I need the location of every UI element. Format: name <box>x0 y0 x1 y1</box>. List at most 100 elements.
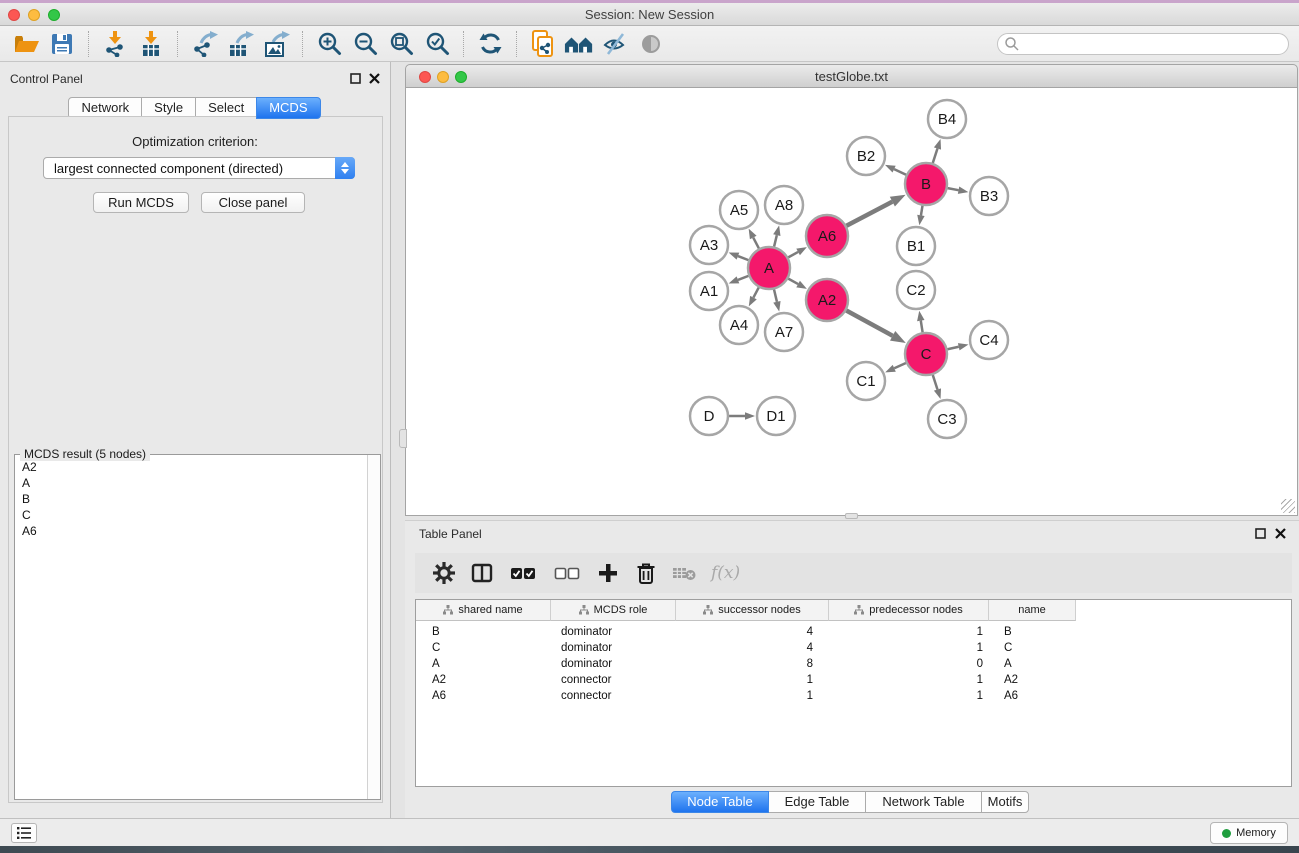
home-icon[interactable] <box>564 30 594 58</box>
close-panel-icon[interactable] <box>368 72 381 85</box>
select-all-checks-icon[interactable] <box>503 558 543 588</box>
graph-edge[interactable] <box>788 279 798 284</box>
panel-divider-grip[interactable] <box>845 513 858 519</box>
graph-edge[interactable] <box>921 321 923 333</box>
graph-edge[interactable] <box>753 287 758 297</box>
graph-node-D1[interactable]: D1 <box>757 397 795 435</box>
column-header-mcds-role[interactable]: MCDS role <box>551 600 676 621</box>
graph-edge[interactable] <box>753 238 759 249</box>
graph-edge[interactable] <box>894 363 906 368</box>
network-canvas-container[interactable]: B4 B2 B B3 B1 A5A8A6 A3 A A1 C2 A2 A4A7 C4 C C1 C3 D D1 <box>405 88 1298 516</box>
clear-checks-icon[interactable] <box>547 558 587 588</box>
zoom-selected-icon[interactable] <box>422 30 452 58</box>
graph-edge[interactable] <box>738 276 749 280</box>
add-column-icon[interactable] <box>591 558 625 588</box>
optimization-criterion-dropdown[interactable]: largest connected component (directed) <box>43 157 355 179</box>
zoom-in-icon[interactable] <box>314 30 344 58</box>
memory-button[interactable]: Memory <box>1210 822 1288 844</box>
eye-icon[interactable] <box>636 30 666 58</box>
graph-node-B4[interactable]: B4 <box>928 100 966 138</box>
split-columns-icon[interactable] <box>465 558 499 588</box>
graph-node-A7[interactable]: A7 <box>765 313 803 351</box>
delete-column-trash-icon[interactable] <box>629 558 663 588</box>
document-share-icon[interactable] <box>528 30 558 58</box>
graph-node-A8[interactable]: A8 <box>765 186 803 224</box>
zoom-fit-icon[interactable] <box>386 30 416 58</box>
graph-node-A6[interactable]: A6 <box>806 215 848 257</box>
graph-node-B3[interactable]: B3 <box>970 177 1008 215</box>
tab-mcds[interactable]: MCDS <box>256 97 320 119</box>
result-list-item[interactable]: B <box>15 491 366 507</box>
graph-node-B[interactable]: B <box>905 163 947 205</box>
graph-edge[interactable] <box>774 289 777 301</box>
settings-gear-icon[interactable] <box>427 558 461 588</box>
table-row[interactable]: Adominator80A <box>416 656 1291 672</box>
float-panel-icon[interactable] <box>349 72 362 85</box>
graph-edge[interactable] <box>947 347 958 350</box>
graph-node-A[interactable]: A <box>748 247 790 289</box>
graph-edge[interactable] <box>788 252 798 257</box>
tab-node-table[interactable]: Node Table <box>671 791 769 813</box>
column-header-name[interactable]: name <box>989 600 1076 621</box>
graph-edge[interactable] <box>948 188 959 190</box>
graph-node-B1[interactable]: B1 <box>897 227 935 265</box>
close-panel-button[interactable]: Close panel <box>201 192 305 213</box>
graph-edge[interactable] <box>933 375 938 390</box>
run-mcds-button[interactable]: Run MCDS <box>93 192 189 213</box>
import-network-icon[interactable] <box>100 30 130 58</box>
result-scrollbar[interactable] <box>367 455 380 799</box>
graph-node-A4[interactable]: A4 <box>720 306 758 344</box>
import-table-icon[interactable] <box>136 30 166 58</box>
graph-node-C[interactable]: C <box>905 333 947 375</box>
column-header-shared-name[interactable]: shared name <box>416 600 551 621</box>
table-row[interactable]: Cdominator41C <box>416 640 1291 656</box>
panel-divider-grip[interactable] <box>399 429 407 448</box>
graph-edge[interactable] <box>846 311 892 336</box>
graph-node-A2[interactable]: A2 <box>806 279 848 321</box>
function-builder-icon[interactable]: f(x) <box>711 563 740 583</box>
resize-grip-icon[interactable] <box>1281 499 1295 513</box>
graph-node-A3[interactable]: A3 <box>690 226 728 264</box>
result-list-item[interactable]: A <box>15 475 366 491</box>
table-row[interactable]: Bdominator41B <box>416 624 1291 640</box>
result-list-item[interactable]: A2 <box>15 459 366 475</box>
tab-edge-table[interactable]: Edge Table <box>768 791 866 813</box>
graph-node-C3[interactable]: C3 <box>928 400 966 438</box>
column-header-successor-nodes[interactable]: successor nodes <box>676 600 829 621</box>
graph-edge[interactable] <box>774 235 777 246</box>
search-input[interactable] <box>1020 35 1288 53</box>
graph-edge[interactable] <box>738 256 749 260</box>
task-history-button[interactable] <box>11 823 37 843</box>
refresh-icon[interactable] <box>475 30 505 58</box>
save-session-icon[interactable] <box>47 30 77 58</box>
graph-node-A1[interactable]: A1 <box>690 272 728 310</box>
close-panel-icon[interactable] <box>1274 527 1287 540</box>
export-network-icon[interactable] <box>189 30 219 58</box>
graph-node-C1[interactable]: C1 <box>847 362 885 400</box>
open-session-icon[interactable] <box>11 30 41 58</box>
graph-node-C2[interactable]: C2 <box>897 271 935 309</box>
table-row[interactable]: A6connector11A6 <box>416 688 1291 704</box>
float-panel-icon[interactable] <box>1254 527 1267 540</box>
zoom-out-icon[interactable] <box>350 30 380 58</box>
graph-node-A5[interactable]: A5 <box>720 191 758 229</box>
graph-edge[interactable] <box>933 148 938 163</box>
table-row[interactable]: A2connector11A2 <box>416 672 1291 688</box>
result-list-item[interactable]: C <box>15 507 366 523</box>
tab-motifs[interactable]: Motifs <box>981 791 1029 813</box>
delete-table-icon[interactable] <box>667 558 701 588</box>
export-table-icon[interactable] <box>225 30 255 58</box>
graph-node-D[interactable]: D <box>690 397 728 435</box>
tab-network-table[interactable]: Network Table <box>865 791 982 813</box>
table-cell: dominator <box>551 626 676 638</box>
hide-eye-icon[interactable] <box>600 30 630 58</box>
result-list-item[interactable]: A6 <box>15 523 366 539</box>
graph-edge[interactable] <box>921 206 923 216</box>
graph-edge[interactable] <box>894 169 906 175</box>
graph-node-B2[interactable]: B2 <box>847 137 885 175</box>
graph-node-C4[interactable]: C4 <box>970 321 1008 359</box>
graph-edge[interactable] <box>846 202 892 226</box>
column-header-predecessor-nodes[interactable]: predecessor nodes <box>829 600 989 621</box>
edge-arrowhead-icon <box>773 301 780 312</box>
export-image-icon[interactable] <box>261 30 291 58</box>
